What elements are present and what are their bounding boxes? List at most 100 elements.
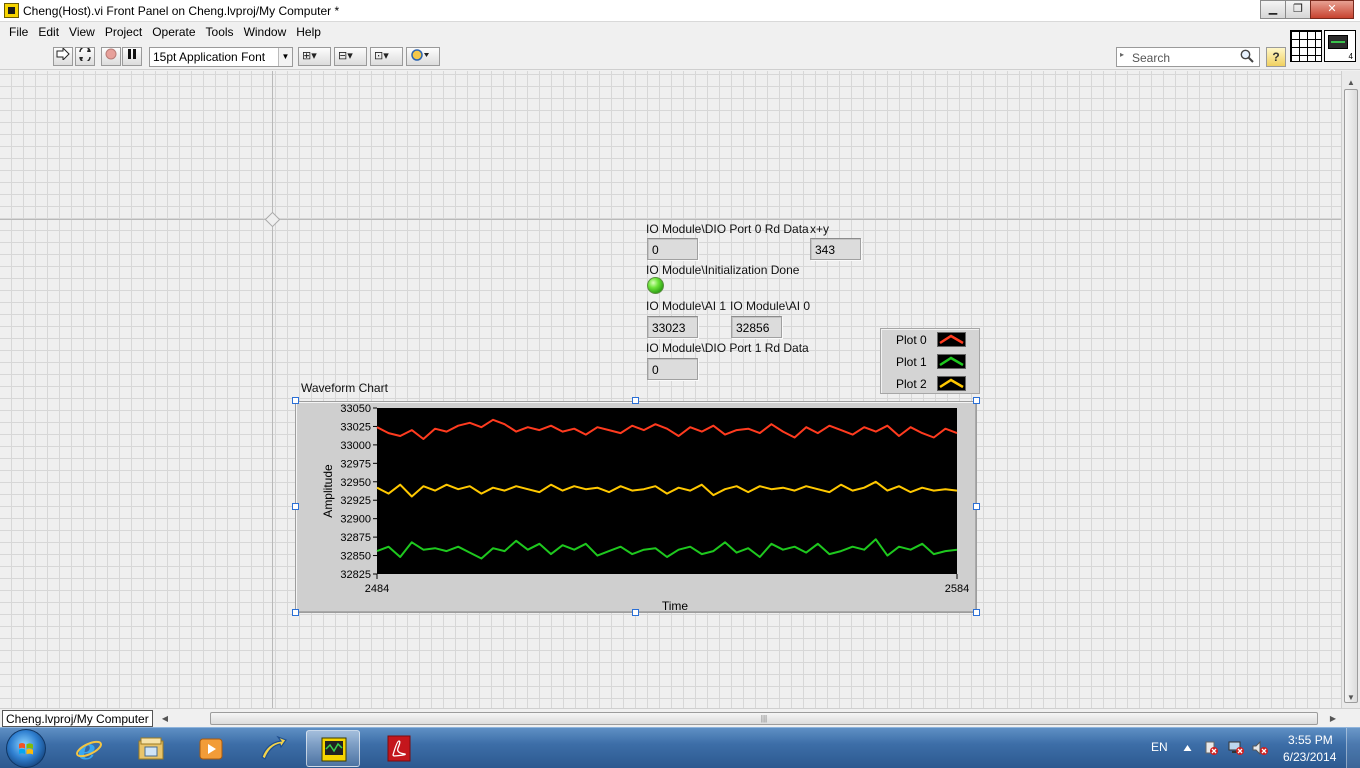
menu-edit[interactable]: Edit [33,22,64,43]
plot-legend[interactable]: Plot 0 Plot 1 Plot 2 [880,328,980,394]
pdf-icon [387,735,411,762]
menu-help[interactable]: Help [291,22,326,43]
search-input[interactable]: ▸ Search [1116,47,1260,67]
dio-port1-value: 0 [652,363,659,377]
menu-project[interactable]: Project [100,22,147,43]
y-tick-label: 32900 [340,514,371,526]
minimize-button[interactable]: ▁ [1260,0,1286,19]
windows-logo-icon [19,743,33,755]
menu-operate[interactable]: Operate [147,22,200,43]
scroll-right-icon[interactable]: ▶ [1326,711,1340,726]
search-icon[interactable] [1240,49,1254,63]
labview-vi-icon[interactable] [4,3,19,18]
resize-handle[interactable] [973,397,980,404]
folder-icon [138,737,164,760]
reorder-icon [411,49,429,61]
dio-port0-label: IO Module\DIO Port 0 Rd Data [646,222,809,236]
resize-handle[interactable] [632,397,639,404]
taskbar-pdf-reader[interactable] [372,730,426,767]
y-tick-label: 32850 [340,551,371,563]
chevron-down-icon: ▼ [278,48,292,66]
search-placeholder: Search [1132,51,1171,65]
menu-tools[interactable]: Tools [201,22,239,43]
legend-item[interactable]: Plot 1 [881,351,981,373]
resize-handle[interactable] [292,609,299,616]
taskbar-media-player[interactable] [184,730,238,767]
context-help-button[interactable]: ? [1266,47,1286,67]
clock-date[interactable]: 6/23/2014 [1283,750,1336,764]
resize-objects-button[interactable]: ⊡▾ [370,47,403,66]
pause-button[interactable] [122,47,142,66]
origin-marker-icon [264,211,281,228]
taskbar-file-explorer[interactable] [124,730,178,767]
y-axis-title: Amplitude [321,464,335,518]
waveform-chart[interactable]: 33050 33025 33000 32975 32950 32925 32900 32875… [295,401,977,613]
run-arrow-icon [56,46,70,62]
vi-icon[interactable]: 4 [1324,30,1356,62]
legend-item[interactable]: Plot 2 [881,373,981,395]
y-tick-label: 32825 [340,569,371,581]
resize-handle[interactable] [292,397,299,404]
title-bar: Cheng(Host).vi Front Panel on Cheng.lvpr… [0,0,1360,22]
vertical-scrollbar[interactable]: ▲ ▼ [1341,71,1360,708]
horizontal-scroll-thumb[interactable]: ||| [210,712,1318,725]
project-path-label[interactable]: Cheng.lvproj/My Computer [2,710,153,727]
language-indicator[interactable]: EN [1151,740,1168,754]
taskbar-labview-launcher[interactable] [246,730,300,767]
menu-window[interactable]: Window [239,22,292,43]
network-icon[interactable] [1228,740,1244,756]
dio-port0-indicator[interactable]: 0 [647,238,698,260]
scroll-left-icon[interactable]: ◀ [158,711,172,726]
connector-pane-icon[interactable] [1290,30,1322,62]
resize-handle[interactable] [973,609,980,616]
horizontal-scrollbar[interactable]: ◀ ||| ▶ [158,711,1340,726]
start-button[interactable] [6,729,46,768]
run-button[interactable] [53,46,73,66]
abort-button[interactable] [101,47,121,66]
vi-waveform-icon [1328,35,1348,49]
y-tick-label: 33000 [340,440,371,452]
taskbar-labview-vi[interactable] [306,730,360,767]
align-objects-button[interactable]: ⊞▾ [298,47,331,66]
reorder-button[interactable] [406,47,440,66]
resize-objects-icon: ⊡▾ [374,50,389,62]
plot-1-swatch-icon [937,354,966,369]
internet-explorer-icon: e [76,735,102,762]
run-continuously-button[interactable] [75,46,95,66]
y-tick-label: 32925 [340,495,371,507]
window-title: Cheng(Host).vi Front Panel on Cheng.lvpr… [23,4,340,18]
ai1-indicator[interactable]: 33023 [647,316,698,338]
menu-view[interactable]: View [64,22,100,43]
close-button[interactable]: ✕ [1310,0,1354,19]
clock-time[interactable]: 3:55 PM [1288,733,1333,747]
y-tick-label: 32875 [340,532,371,544]
x-axis-title: Time [662,599,689,613]
x-plus-y-value: 343 [815,243,836,257]
dio-port1-indicator[interactable]: 0 [647,358,698,380]
scroll-down-icon[interactable]: ▼ [1342,690,1360,706]
media-player-icon [199,738,223,760]
init-done-led[interactable] [647,277,664,294]
resize-handle[interactable] [292,503,299,510]
maximize-button[interactable]: ❐ [1285,0,1311,19]
show-hidden-icons-icon[interactable] [1183,744,1192,752]
resize-handle[interactable] [632,609,639,616]
legend-item[interactable]: Plot 0 [881,329,981,351]
show-desktop-button[interactable] [1346,728,1360,768]
action-center-icon[interactable] [1203,740,1219,756]
plot-2-swatch-icon [937,376,966,391]
distribute-objects-button[interactable]: ⊟▾ [334,47,367,66]
resize-handle[interactable] [973,503,980,510]
vertical-scroll-thumb[interactable] [1344,89,1358,703]
menu-bar: File Edit View Project Operate Tools Win… [0,22,1360,43]
ai0-indicator[interactable]: 32856 [731,316,782,338]
taskbar-internet-explorer[interactable]: e [62,730,116,767]
x-plus-y-indicator[interactable]: 343 [810,238,861,260]
chart-canvas: 33050 33025 33000 32975 32950 32925 32900 32875… [321,403,969,613]
search-scope-icon: ▸ [1120,50,1125,59]
vi-icon-number: 4 [1348,52,1353,61]
menu-file[interactable]: File [4,22,33,43]
font-select[interactable]: 15pt Application Font ▼ [149,47,293,67]
ai1-value: 33023 [652,321,686,335]
volume-muted-icon[interactable] [1252,740,1268,756]
